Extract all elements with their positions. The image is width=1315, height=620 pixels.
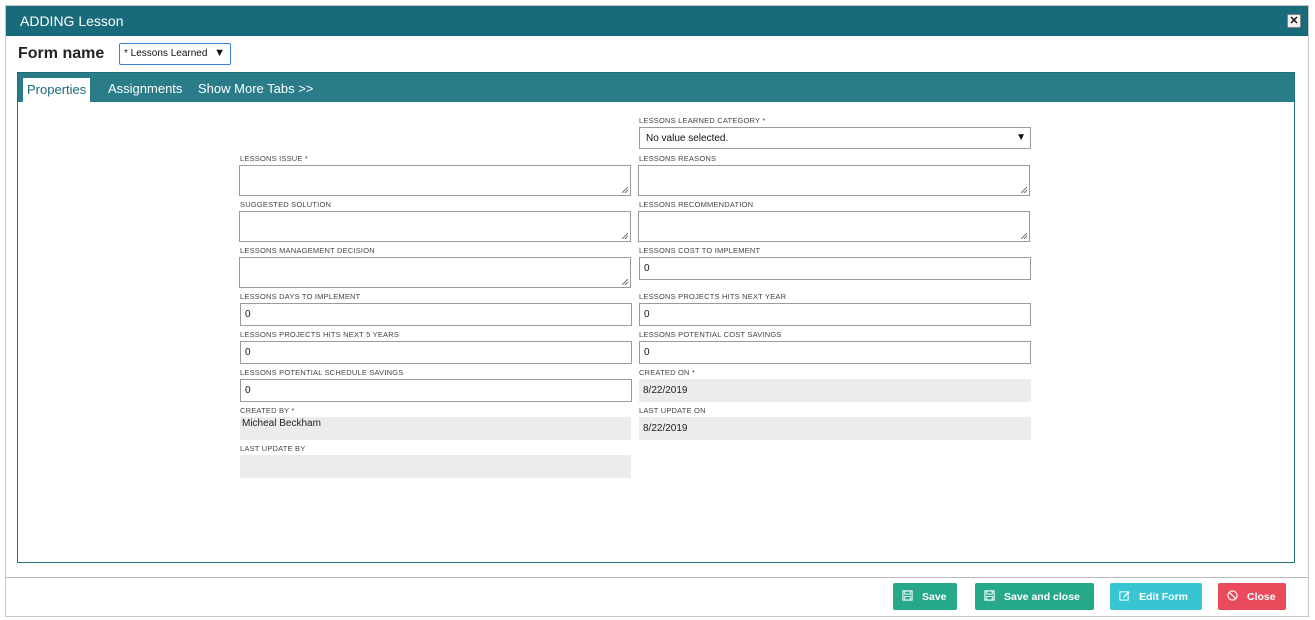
category-select[interactable]: No value selected. ▼: [639, 127, 1031, 149]
footer-divider: [6, 577, 1308, 578]
cost-to-implement-input[interactable]: 0: [639, 257, 1031, 280]
dropdown-arrow-icon: ▼: [214, 47, 225, 59]
dialog-titlebar: ADDING Lesson ✕: [6, 6, 1308, 36]
last-update-by-value: [240, 455, 631, 478]
tab-bar: Properties Assignments Show More Tabs >>: [18, 73, 1294, 102]
add-lesson-dialog: ADDING Lesson ✕ Form name * Lessons Lear…: [5, 5, 1309, 617]
edit-form-button[interactable]: Edit Form: [1110, 583, 1202, 610]
reasons-textarea[interactable]: [638, 165, 1030, 196]
edit-form-label: Edit Form: [1139, 591, 1188, 603]
save-label: Save: [922, 591, 947, 603]
form-name-value: * Lessons Learned: [124, 48, 208, 59]
close-button[interactable]: Close: [1218, 583, 1286, 610]
issue-textarea[interactable]: [239, 165, 631, 196]
form-name-select[interactable]: * Lessons Learned ▼: [119, 43, 231, 65]
schedule-savings-label: LESSONS POTENTIAL SCHEDULE SAVINGS: [240, 368, 404, 377]
form-name-label: Form name: [18, 45, 105, 62]
days-to-implement-input[interactable]: 0: [240, 303, 632, 326]
potential-cost-savings-input[interactable]: 0: [639, 341, 1031, 364]
edit-icon: [1119, 591, 1130, 601]
last-update-on-value: 8/22/2019: [639, 417, 1031, 440]
schedule-savings-input[interactable]: 0: [240, 379, 632, 402]
properties-panel: Properties Assignments Show More Tabs >>…: [17, 72, 1295, 563]
potential-cost-savings-label: LESSONS POTENTIAL COST SAVINGS: [639, 330, 782, 339]
dialog-title: ADDING Lesson: [20, 13, 124, 29]
recommendation-label: LESSONS RECOMMENDATION: [639, 200, 754, 209]
hits-next-5-years-input[interactable]: 0: [240, 341, 632, 364]
save-and-close-label: Save and close: [1004, 591, 1080, 603]
tab-show-more[interactable]: Show More Tabs >>: [198, 81, 313, 96]
hits-next-year-label: LESSONS PROJECTS HITS NEXT YEAR: [639, 292, 787, 301]
created-on-label: CREATED ON *: [639, 368, 696, 377]
close-icon[interactable]: ✕: [1287, 14, 1301, 28]
save-icon: [902, 590, 913, 601]
created-by-value: Micheal Beckham: [240, 417, 631, 440]
save-and-close-button[interactable]: Save and close: [975, 583, 1094, 610]
ban-icon: [1227, 590, 1238, 601]
reasons-label: LESSONS REASONS: [639, 154, 717, 163]
category-value: No value selected.: [646, 133, 729, 144]
save-icon: [984, 590, 995, 601]
solution-textarea[interactable]: [239, 211, 631, 242]
category-label: LESSONS LEARNED CATEGORY *: [639, 116, 766, 125]
solution-label: SUGGESTED SOLUTION: [240, 200, 332, 209]
created-on-value: 8/22/2019: [639, 379, 1031, 402]
tab-properties[interactable]: Properties: [23, 78, 91, 102]
issue-label: LESSONS ISSUE *: [240, 154, 309, 163]
mgmt-decision-textarea[interactable]: [239, 257, 631, 288]
cost-to-implement-label: LESSONS COST TO IMPLEMENT: [639, 246, 761, 255]
last-update-on-label: LAST UPDATE ON: [639, 406, 706, 415]
mgmt-decision-label: LESSONS MANAGEMENT DECISION: [240, 246, 375, 255]
save-button[interactable]: Save: [893, 583, 957, 610]
hits-next-5-years-label: LESSONS PROJECTS HITS NEXT 5 YEARS: [240, 330, 400, 339]
recommendation-textarea[interactable]: [638, 211, 1030, 242]
hits-next-year-input[interactable]: 0: [639, 303, 1031, 326]
days-to-implement-label: LESSONS DAYS TO IMPLEMENT: [240, 292, 361, 301]
close-label: Close: [1247, 591, 1276, 603]
created-by-label: CREATED BY *: [240, 406, 295, 415]
tab-assignments[interactable]: Assignments: [108, 81, 182, 96]
dropdown-arrow-icon: ▼: [1016, 132, 1026, 143]
last-update-by-label: LAST UPDATE BY: [240, 444, 306, 453]
